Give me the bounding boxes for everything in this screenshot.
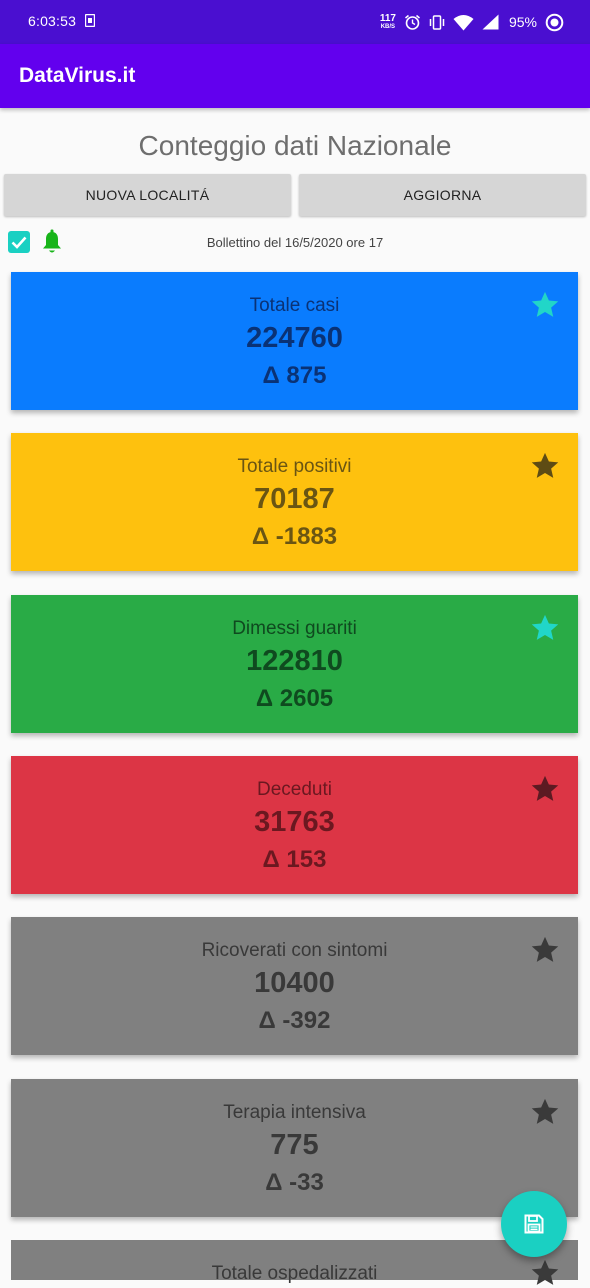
stat-delta: Δ 2605 bbox=[255, 685, 334, 712]
status-time: 6:03:53 bbox=[28, 13, 77, 29]
network-speed-unit: KB/S bbox=[380, 23, 396, 30]
stat-label: Totale positivi bbox=[237, 456, 352, 477]
stat-delta: Δ 153 bbox=[262, 846, 327, 873]
favorite-star-icon[interactable] bbox=[530, 1258, 560, 1288]
battery-saver-icon bbox=[545, 13, 564, 31]
network-speed: 117 KB/S bbox=[379, 12, 396, 31]
stat-card-terapia-intensiva[interactable]: Terapia intensiva 775 Δ -33 bbox=[11, 1079, 578, 1217]
stat-card-dimessi-guariti[interactable]: Dimessi guariti 122810 Δ 2605 bbox=[11, 595, 578, 733]
save-fab-button[interactable] bbox=[501, 1191, 567, 1257]
sim-card-icon bbox=[85, 14, 95, 27]
bulletin-date: Bollettino del 16/5/2020 ore 17 bbox=[0, 235, 590, 250]
stat-label: Ricoverati con sintomi bbox=[201, 940, 388, 961]
stat-value: 70187 bbox=[254, 483, 335, 515]
stat-label: Totale casi bbox=[249, 295, 340, 316]
alarm-icon bbox=[404, 14, 420, 30]
stat-label: Terapia intensiva bbox=[223, 1102, 366, 1123]
favorite-star-icon[interactable] bbox=[530, 935, 560, 965]
favorite-star-icon[interactable] bbox=[530, 290, 560, 320]
signal-icon bbox=[482, 14, 499, 30]
new-location-button[interactable]: NUOVA LOCALITÁ bbox=[4, 174, 291, 216]
favorite-star-icon[interactable] bbox=[530, 613, 560, 643]
save-icon bbox=[524, 1214, 544, 1234]
stat-value: 224760 bbox=[246, 322, 343, 354]
stat-label: Deceduti bbox=[257, 779, 332, 800]
wifi-icon bbox=[453, 14, 474, 30]
stat-value: 775 bbox=[270, 1129, 319, 1161]
stat-value: 122810 bbox=[246, 645, 343, 677]
stat-label: Totale ospedalizzati bbox=[211, 1263, 378, 1284]
stat-value: 31763 bbox=[254, 806, 335, 838]
stat-delta: Δ 875 bbox=[262, 362, 327, 389]
network-speed-value: 117 bbox=[379, 12, 396, 24]
favorite-star-icon[interactable] bbox=[530, 451, 560, 481]
stat-value: 10400 bbox=[254, 967, 335, 999]
stat-label: Dimessi guariti bbox=[232, 618, 357, 639]
stat-card-ricoverati-con-sintomi[interactable]: Ricoverati con sintomi 10400 Δ -392 bbox=[11, 917, 578, 1055]
app-title: DataVirus.it bbox=[19, 64, 136, 87]
stat-card-deceduti[interactable]: Deceduti 31763 Δ 153 bbox=[11, 756, 578, 894]
stat-card-totale-casi[interactable]: Totale casi 224760 Δ 875 bbox=[11, 272, 578, 410]
stat-delta: Δ -33 bbox=[265, 1169, 324, 1196]
bulletin-text: Bollettino del 16/5/2020 ore 17 bbox=[206, 235, 384, 250]
status-bar: 6:03:53 117 KB/S 95% bbox=[0, 0, 590, 44]
stat-card-totale-positivi[interactable]: Totale positivi 70187 Δ -1883 bbox=[11, 433, 578, 571]
favorite-star-icon[interactable] bbox=[530, 1097, 560, 1127]
app-bar: DataVirus.it bbox=[0, 44, 590, 108]
status-icons: 117 KB/S 95% bbox=[380, 10, 564, 34]
page-title: Conteggio dati Nazionale bbox=[138, 130, 452, 161]
stat-card-totale-ospedalizzati[interactable]: Totale ospedalizzati bbox=[11, 1240, 578, 1285]
favorite-star-icon[interactable] bbox=[530, 774, 560, 804]
stat-delta: Δ -392 bbox=[258, 1007, 331, 1034]
stat-delta: Δ -1883 bbox=[251, 523, 338, 550]
battery-percent: 95% bbox=[508, 14, 537, 30]
refresh-button[interactable]: AGGIORNA bbox=[299, 174, 586, 216]
vibrate-icon bbox=[429, 14, 445, 30]
